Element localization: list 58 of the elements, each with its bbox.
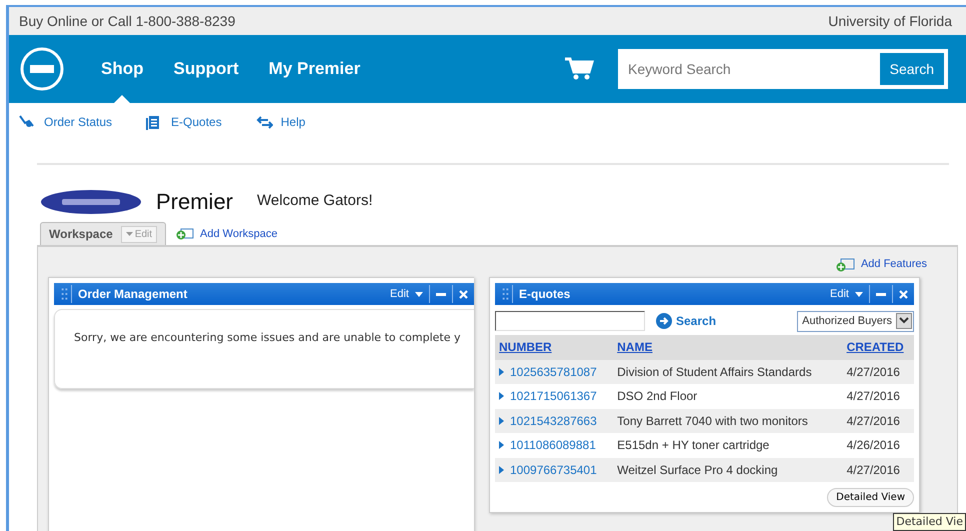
column-header-link[interactable]: NAME: [617, 340, 652, 354]
search-button[interactable]: Search: [650, 311, 722, 332]
table-cell: Tony Barrett 7040 with two monitors: [613, 408, 843, 433]
subnav-link[interactable]: Help: [256, 113, 306, 131]
search-button[interactable]: Search: [880, 53, 944, 85]
workspace-tab[interactable]: Workspace Edit: [40, 222, 166, 245]
organization-text: University of Florida: [828, 12, 952, 31]
arrows-icon: [256, 114, 273, 130]
table-cell: DSO 2nd Floor: [613, 384, 843, 408]
edit-menu-button[interactable]: Edit: [824, 285, 869, 303]
caret-icon: [855, 292, 863, 296]
table-cell: 4/27/2016: [842, 360, 914, 384]
quote-number-link[interactable]: 1021715061367: [499, 387, 597, 406]
expand-arrow-icon: [499, 392, 504, 400]
table-cell: Division of Student Affairs Standards: [613, 360, 843, 384]
caret-icon: [415, 292, 423, 296]
expand-arrow-icon: [499, 416, 504, 425]
detailed-view-button[interactable]: Detailed View: [827, 488, 914, 507]
nav-link[interactable]: Shop: [101, 35, 144, 103]
add-workspace-link[interactable]: Add Workspace: [176, 226, 278, 245]
nav-link[interactable]: Support: [174, 35, 239, 103]
error-message: Sorry, we are encountering some issues and are unable to complete y: [54, 309, 474, 389]
subnav-link[interactable]: E-Quotes: [146, 113, 222, 131]
close-icon: [899, 290, 908, 298]
minimize-icon: [436, 292, 446, 296]
add-icon: [176, 228, 194, 240]
table-cell: 4/27/2016: [842, 458, 914, 482]
add-features-link[interactable]: Add Features: [834, 255, 927, 277]
contact-text: Buy Online or Call 1-800-388-8239: [19, 12, 236, 31]
page-title: Premier: [156, 188, 234, 216]
widget-title: E-quotes: [519, 286, 572, 303]
minimize-icon: [876, 292, 886, 296]
tooltip: Detailed Vie: [893, 512, 966, 531]
subnav-link[interactable]: Order Status: [19, 113, 112, 131]
quote-search-field[interactable]: [495, 311, 645, 332]
edit-menu-button[interactable]: Edit: [384, 285, 429, 303]
widget-title: Order Management: [78, 286, 188, 303]
table-cell: 4/27/2016: [842, 384, 914, 408]
cart-icon[interactable]: [564, 57, 594, 81]
buyers-dropdown[interactable]: Authorized Buyers: [797, 311, 914, 332]
table-cell: 4/27/2016: [842, 408, 914, 433]
table-cell: Weitzel Surface Pro 4 docking: [613, 458, 843, 482]
welcome-text: Welcome Gators!: [257, 191, 373, 212]
quote-number-link[interactable]: 1011086089881: [499, 436, 596, 454]
caret-icon: [126, 232, 133, 236]
market-logo-icon: [40, 188, 142, 214]
table-cell: E515dn + HY toner cartridge: [613, 433, 843, 458]
edit-button[interactable]: Edit: [120, 226, 158, 242]
add-icon: [834, 258, 855, 272]
table-cell: 4/26/2016: [842, 433, 914, 458]
search-field[interactable]: Keyword Search Search: [618, 49, 948, 89]
expand-arrow-icon: [499, 441, 504, 450]
chevron-down-icon: [899, 317, 909, 326]
expand-arrow-icon: [499, 466, 504, 474]
nav-link[interactable]: My Premier: [268, 35, 360, 103]
close-icon: [459, 290, 468, 298]
expand-arrow-icon: [499, 368, 504, 376]
arrow-circle-icon: [656, 313, 672, 330]
